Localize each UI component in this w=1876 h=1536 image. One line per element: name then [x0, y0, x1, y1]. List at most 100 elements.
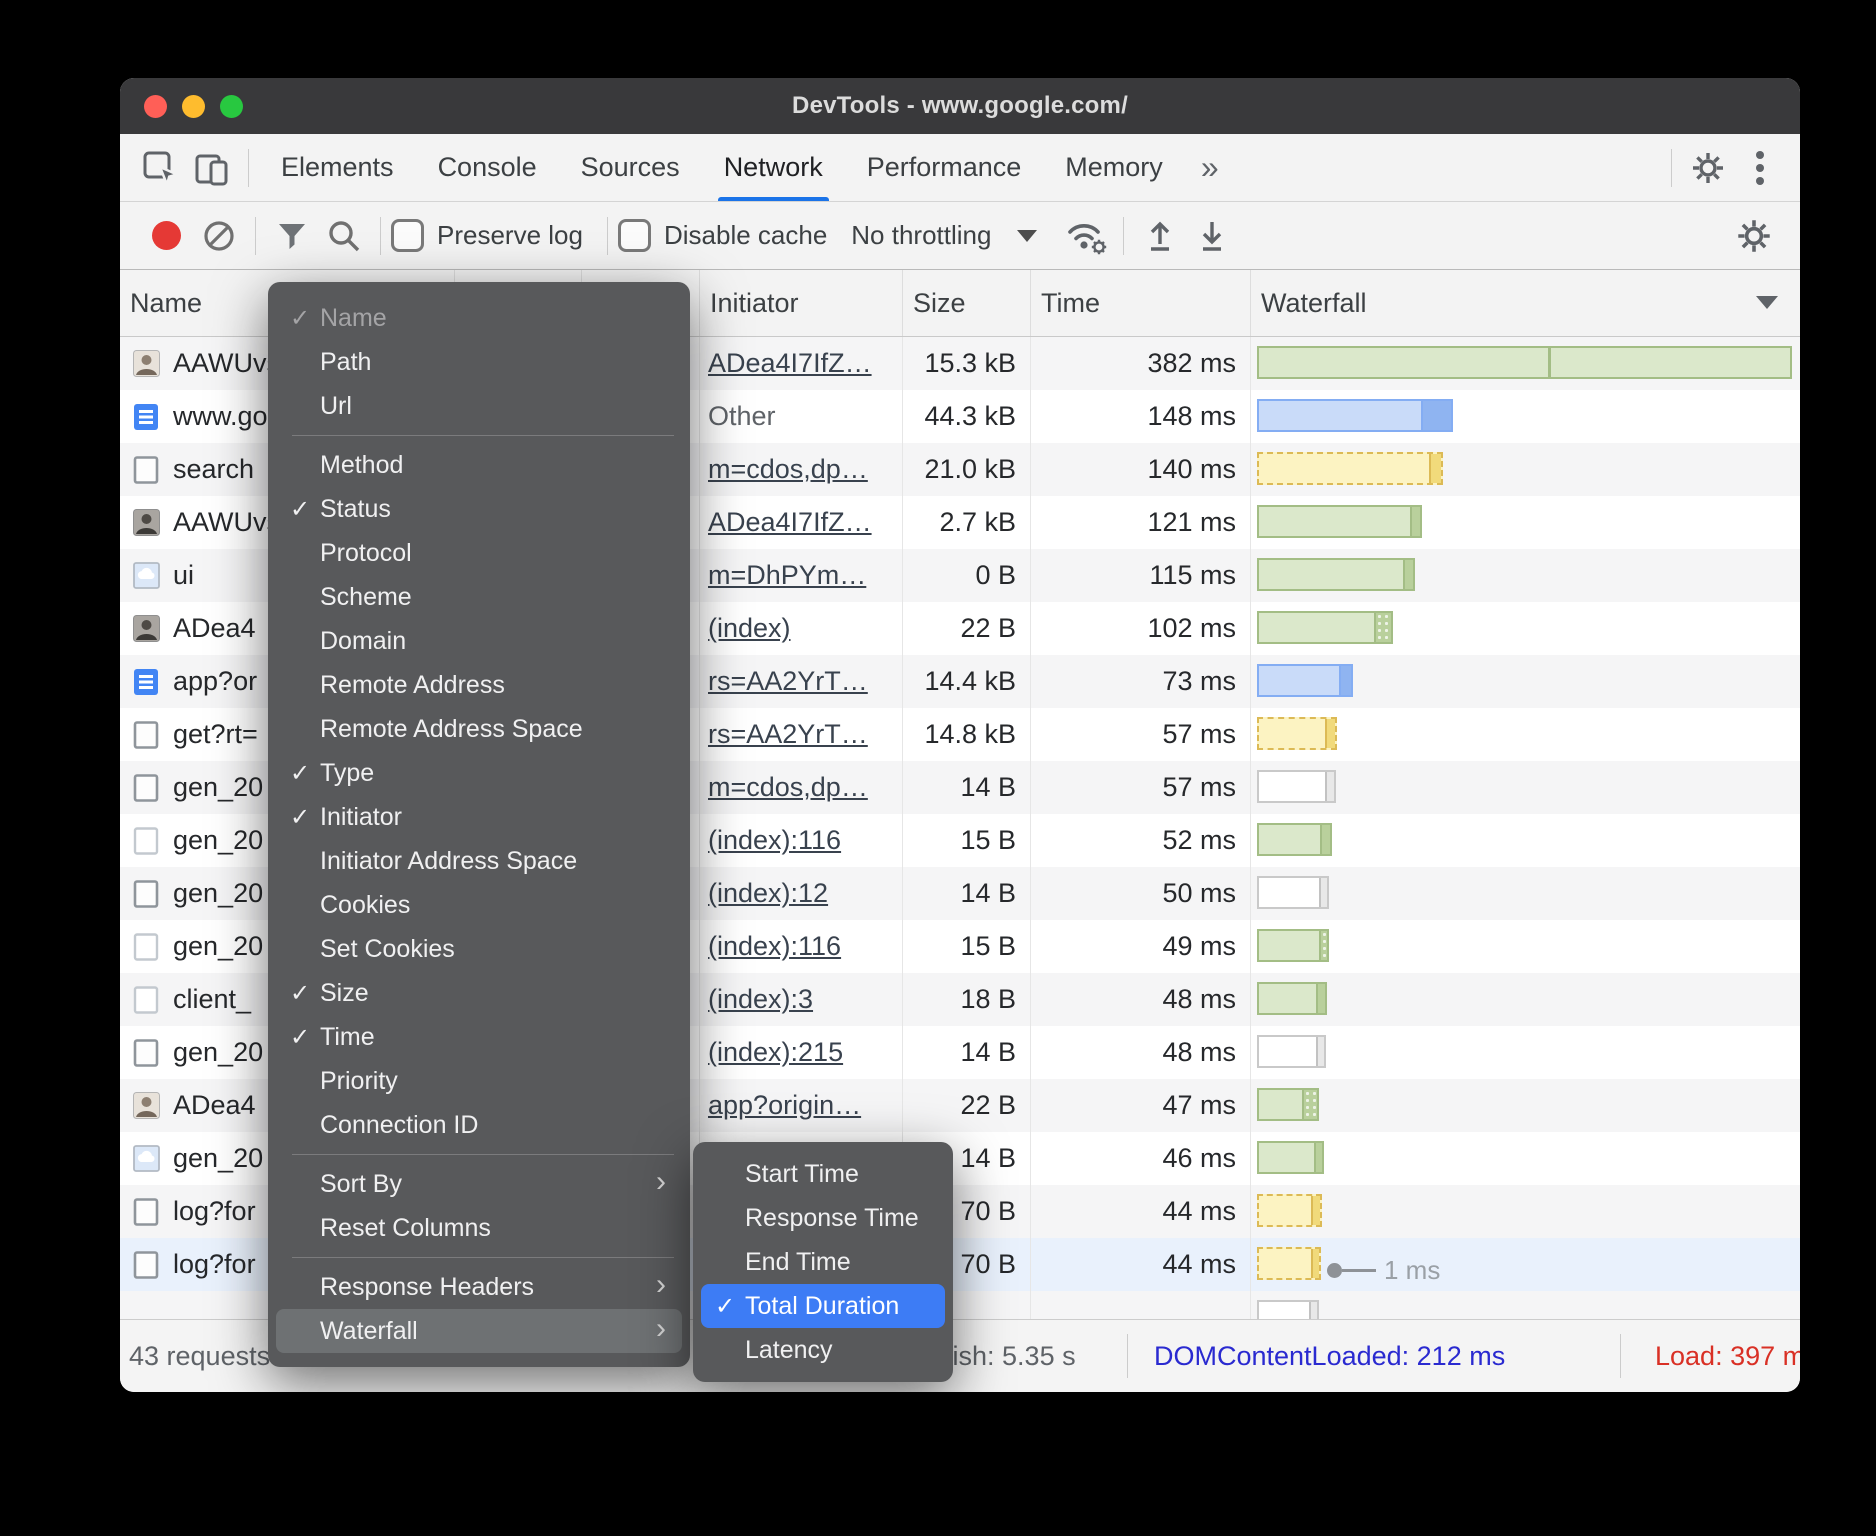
initiator-link[interactable]: rs=AA2YrT…: [708, 666, 868, 697]
initiator-cell[interactable]: Other: [700, 390, 903, 443]
menu-item-sort-by[interactable]: Sort By ›: [276, 1162, 682, 1206]
initiator-link[interactable]: ADea4I7IfZ…: [708, 507, 872, 538]
menu-item-connection-id[interactable]: Connection ID ›: [276, 1103, 682, 1147]
initiator-link[interactable]: (index):12: [708, 878, 828, 909]
zoom-window-button[interactable]: [220, 95, 243, 118]
network-settings-button[interactable]: [1728, 210, 1780, 262]
tab-memory[interactable]: Memory: [1043, 134, 1185, 201]
devtools-window: DevTools - www.google.com/ Elements Cons…: [120, 78, 1800, 1392]
search-button[interactable]: [318, 210, 370, 262]
initiator-link[interactable]: (index):116: [708, 931, 841, 962]
minimize-window-button[interactable]: [182, 95, 205, 118]
initiator-link[interactable]: m=cdos,dp…: [708, 772, 868, 803]
menu-item-priority[interactable]: Priority ›: [276, 1059, 682, 1103]
tab-performance[interactable]: Performance: [845, 134, 1044, 201]
initiator-cell[interactable]: (index):116: [700, 920, 903, 973]
menu-item-set-cookies[interactable]: Set Cookies ›: [276, 927, 682, 971]
avatar-dark-icon: [132, 509, 160, 537]
column-header-initiator[interactable]: Initiator: [700, 270, 903, 336]
menu-item-status[interactable]: ✓ Status ›: [276, 487, 682, 531]
request-name: ui: [173, 560, 194, 591]
menu-item-response-headers[interactable]: Response Headers ›: [276, 1265, 682, 1309]
clear-network-log-button[interactable]: [193, 210, 245, 262]
initiator-cell[interactable]: (index):116: [700, 814, 903, 867]
disable-cache-label[interactable]: Disable cache: [664, 220, 827, 251]
menu-item-method[interactable]: Method ›: [276, 443, 682, 487]
waterfall-bar: [1257, 399, 1453, 432]
filter-button[interactable]: [266, 210, 318, 262]
menu-item-url[interactable]: Url ›: [276, 384, 682, 428]
settings-button[interactable]: [1682, 142, 1734, 194]
initiator-cell[interactable]: m=cdos,dp…: [700, 761, 903, 814]
menu-item-total-duration[interactable]: ✓ Total Duration ›: [701, 1284, 945, 1328]
import-har-button[interactable]: [1134, 210, 1186, 262]
column-header-time[interactable]: Time: [1031, 270, 1251, 336]
title-bar[interactable]: DevTools - www.google.com/: [120, 78, 1800, 134]
checkmark-icon: ✓: [290, 979, 320, 1008]
initiator-cell[interactable]: rs=AA2YrT…: [700, 655, 903, 708]
initiator-link[interactable]: (index):116: [708, 825, 841, 856]
menu-item-reset-columns[interactable]: Reset Columns ›: [276, 1206, 682, 1250]
menu-item-type[interactable]: ✓ Type ›: [276, 751, 682, 795]
preserve-log-label[interactable]: Preserve log: [437, 220, 583, 251]
initiator-link[interactable]: Other: [708, 401, 776, 432]
initiator-cell[interactable]: m=DhPYm…: [700, 549, 903, 602]
throttling-select[interactable]: No throttling: [851, 220, 991, 251]
initiator-link[interactable]: rs=AA2YrT…: [708, 719, 868, 750]
initiator-link[interactable]: m=cdos,dp…: [708, 454, 868, 485]
record-network-log-button[interactable]: [152, 221, 181, 250]
doc-light-icon: [132, 933, 160, 961]
menu-item-latency[interactable]: Latency ›: [701, 1328, 945, 1372]
preserve-log-checkbox[interactable]: [391, 219, 424, 252]
initiator-cell[interactable]: rs=AA2YrT…: [700, 708, 903, 761]
menu-item-cookies[interactable]: Cookies ›: [276, 883, 682, 927]
disable-cache-checkbox[interactable]: [618, 219, 651, 252]
initiator-cell[interactable]: (index): [700, 602, 903, 655]
menu-item-initiator-address-space[interactable]: Initiator Address Space ›: [276, 839, 682, 883]
initiator-link[interactable]: (index):3: [708, 984, 813, 1015]
menu-item-remote-address[interactable]: Remote Address ›: [276, 663, 682, 707]
initiator-link[interactable]: m=DhPYm…: [708, 560, 866, 591]
initiator-cell[interactable]: ADea4I7IfZ…: [700, 337, 903, 390]
column-header-size[interactable]: Size: [903, 270, 1031, 336]
request-name: ADea4: [173, 613, 256, 644]
menu-item-remote-address-space[interactable]: Remote Address Space ›: [276, 707, 682, 751]
tab-sources[interactable]: Sources: [559, 134, 702, 201]
menu-item-size[interactable]: ✓ Size ›: [276, 971, 682, 1015]
initiator-cell[interactable]: (index):3: [700, 973, 903, 1026]
menu-item-response-time[interactable]: Response Time ›: [701, 1196, 945, 1240]
more-tabs-button[interactable]: »: [1185, 149, 1235, 186]
menu-item-time[interactable]: ✓ Time ›: [276, 1015, 682, 1059]
initiator-link[interactable]: ADea4I7IfZ…: [708, 348, 872, 379]
toolbar-divider: [380, 217, 381, 255]
menu-item-end-time[interactable]: End Time ›: [701, 1240, 945, 1284]
menu-item-domain[interactable]: Domain ›: [276, 619, 682, 663]
device-toolbar-button[interactable]: [186, 142, 238, 194]
menu-item-name[interactable]: ✓ Name ›: [276, 296, 682, 340]
tab-console[interactable]: Console: [416, 134, 559, 201]
initiator-link[interactable]: (index): [708, 613, 791, 644]
inspect-element-button[interactable]: [134, 142, 186, 194]
initiator-cell[interactable]: m=cdos,dp…: [700, 443, 903, 496]
menu-item-scheme[interactable]: Scheme ›: [276, 575, 682, 619]
menu-item-start-time[interactable]: Start Time ›: [701, 1152, 945, 1196]
initiator-cell[interactable]: (index):12: [700, 867, 903, 920]
initiator-cell[interactable]: ADea4I7IfZ…: [700, 496, 903, 549]
tab-network[interactable]: Network: [702, 134, 845, 201]
menu-item-initiator[interactable]: ✓ Initiator ›: [276, 795, 682, 839]
menu-item-protocol[interactable]: Protocol ›: [276, 531, 682, 575]
initiator-cell[interactable]: app?origin…: [700, 1079, 903, 1132]
menu-item-waterfall[interactable]: Waterfall ›: [276, 1309, 682, 1353]
tab-elements[interactable]: Elements: [259, 134, 416, 201]
customize-devtools-button[interactable]: [1734, 142, 1786, 194]
menu-item-path[interactable]: Path ›: [276, 340, 682, 384]
initiator-cell[interactable]: (index):215: [700, 1026, 903, 1079]
waterfall-sort-icon[interactable]: [1756, 296, 1778, 309]
export-har-button[interactable]: [1186, 210, 1238, 262]
column-header-waterfall[interactable]: Waterfall: [1251, 270, 1800, 336]
close-window-button[interactable]: [144, 95, 167, 118]
chevron-down-icon[interactable]: [1017, 230, 1037, 242]
network-conditions-button[interactable]: [1061, 210, 1113, 262]
initiator-link[interactable]: app?origin…: [708, 1090, 861, 1121]
initiator-link[interactable]: (index):215: [708, 1037, 843, 1068]
